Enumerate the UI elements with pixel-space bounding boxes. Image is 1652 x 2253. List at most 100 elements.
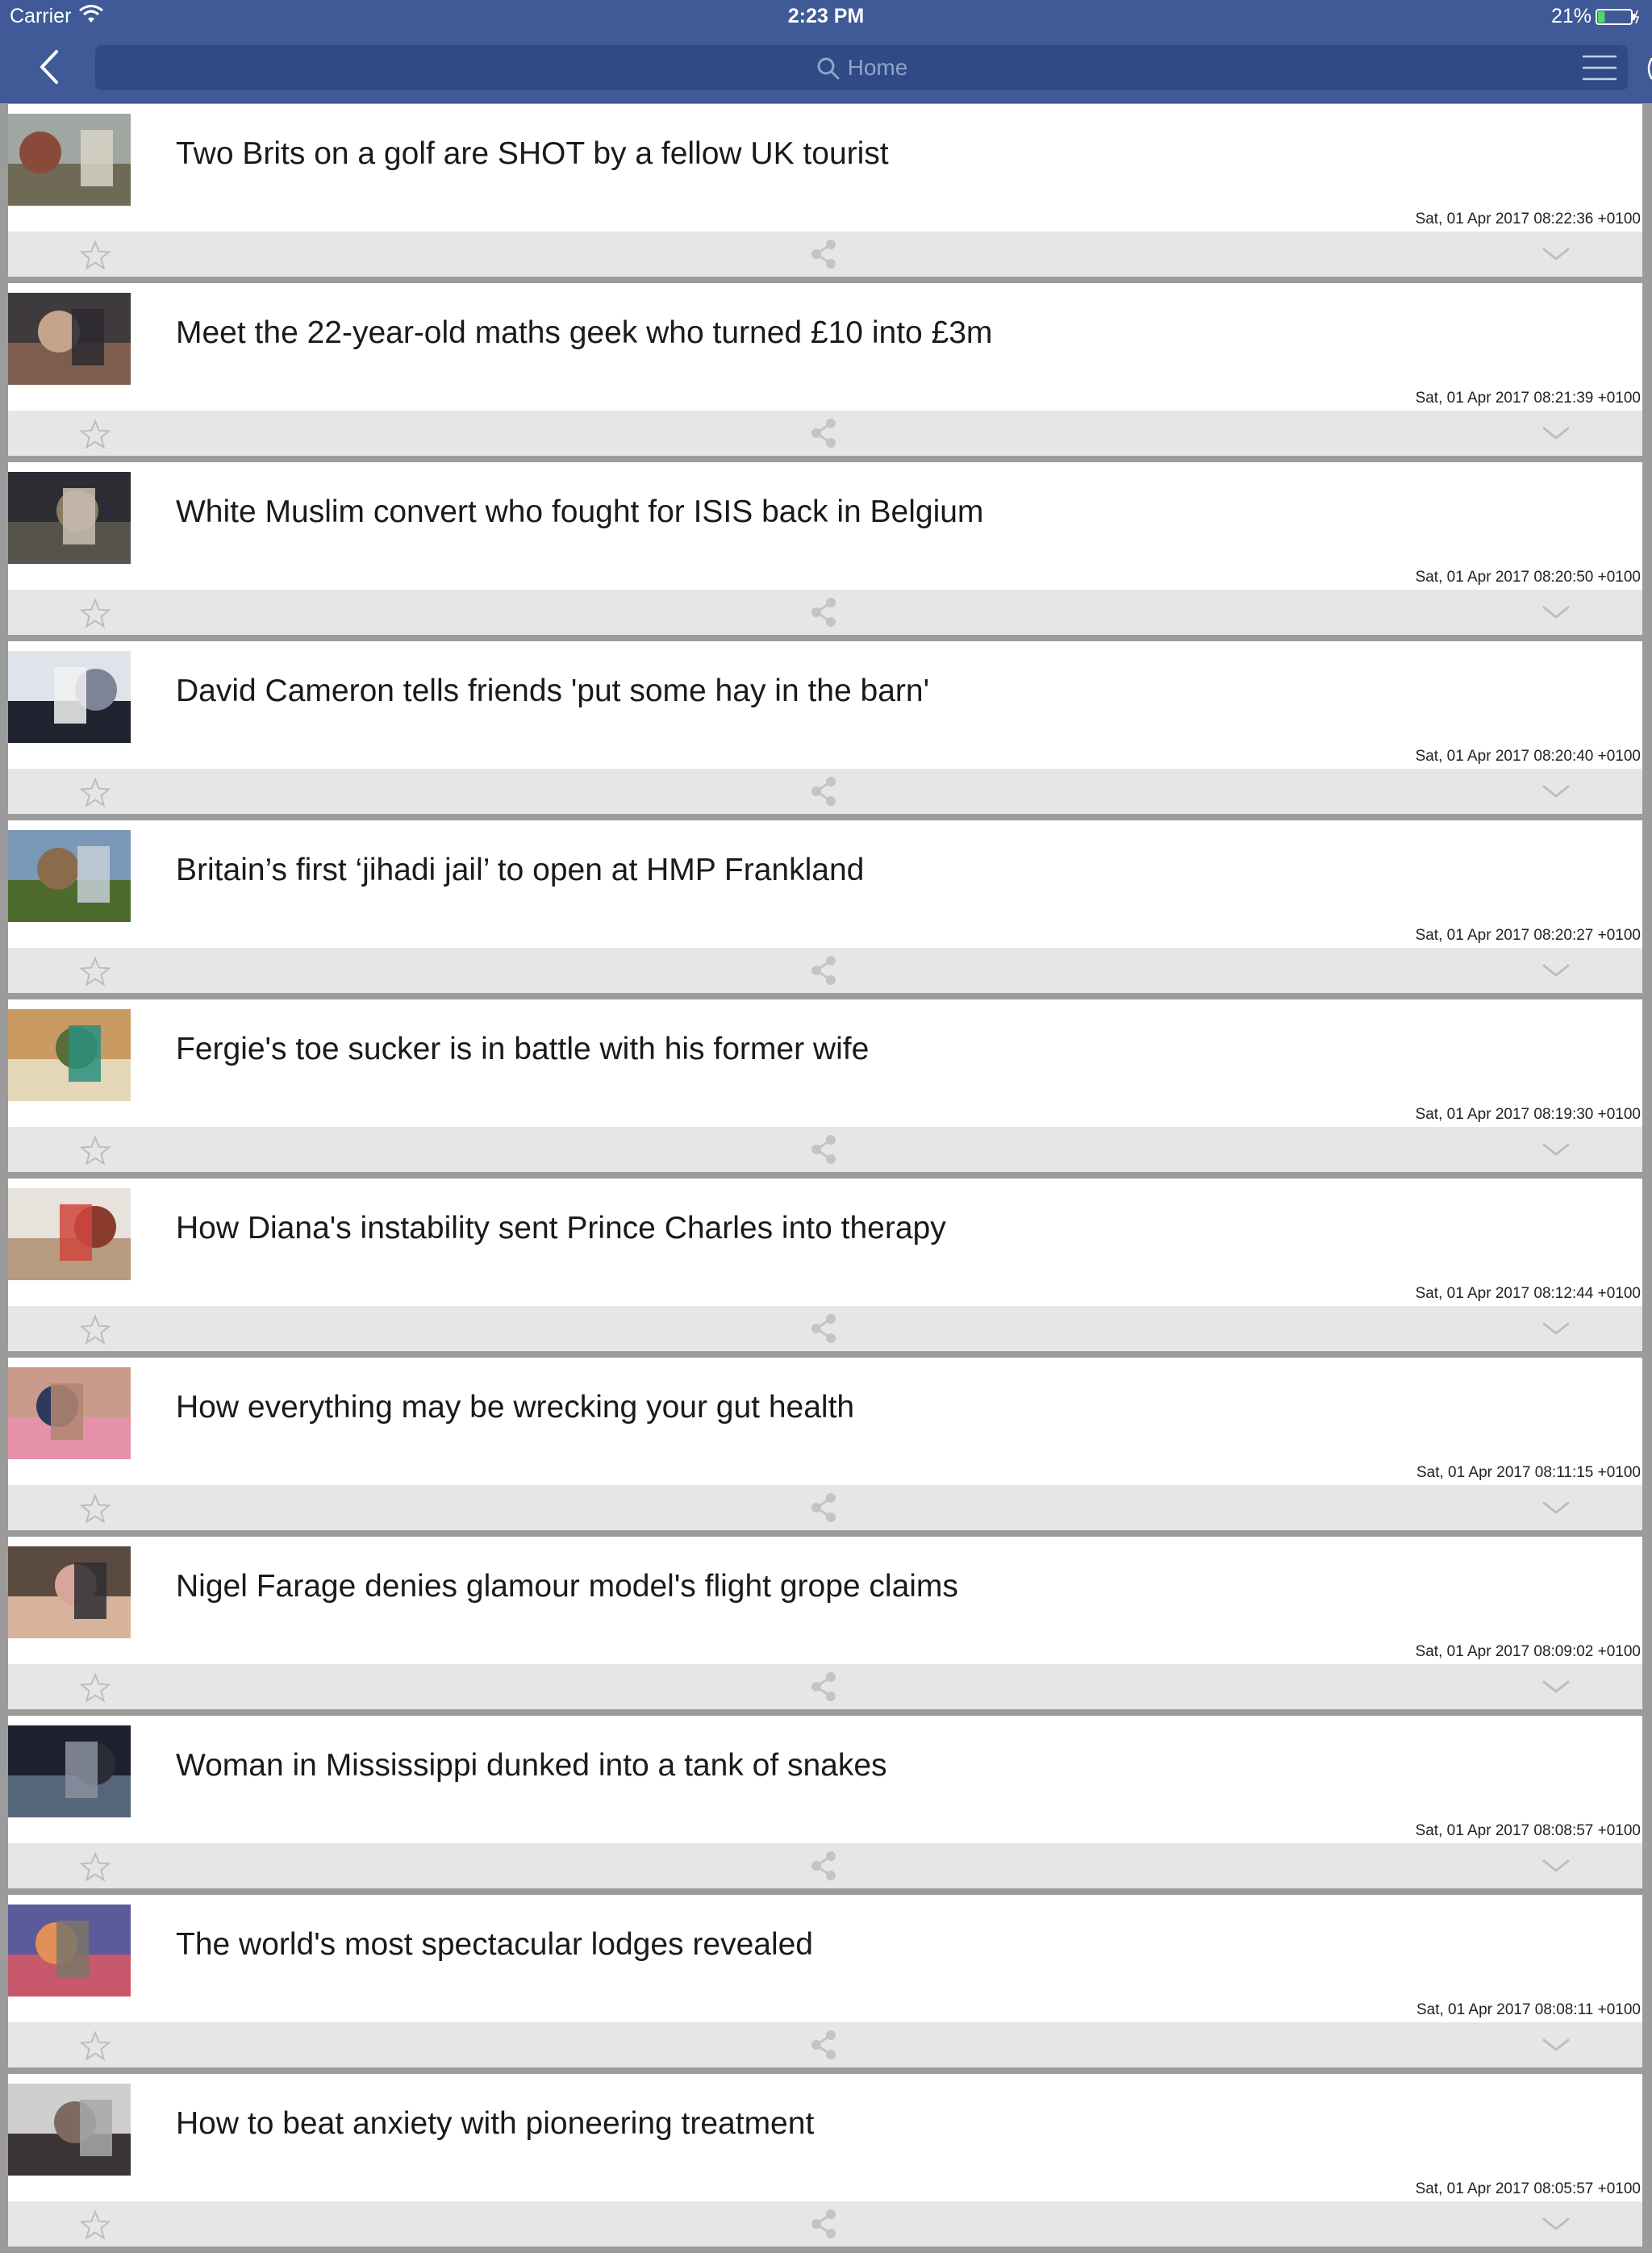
favorite-button[interactable] <box>79 956 111 988</box>
article-card: How to beat anxiety with pioneering trea… <box>8 2074 1642 2247</box>
article-title: Fergie's toe sucker is in battle with hi… <box>176 1032 870 1066</box>
star-outline-icon <box>79 1493 111 1524</box>
star-outline-icon <box>79 598 111 628</box>
expand-button[interactable] <box>1541 422 1571 444</box>
chevron-down-icon <box>1542 2038 1570 2051</box>
share-button[interactable] <box>808 775 839 807</box>
expand-button[interactable] <box>1541 959 1571 982</box>
article-link[interactable]: How to beat anxiety with pioneering trea… <box>8 2074 1642 2201</box>
expand-button[interactable] <box>1541 1138 1571 1161</box>
favorite-button[interactable] <box>79 2030 111 2063</box>
article-link[interactable]: Nigel Farage denies glamour model's flig… <box>8 1537 1642 1664</box>
share-icon <box>811 777 836 806</box>
share-button[interactable] <box>808 596 839 628</box>
article-thumbnail <box>8 114 131 206</box>
article-link[interactable]: The world's most spectacular lodges reve… <box>8 1895 1642 2022</box>
status-time: 2:23 PM <box>787 5 865 27</box>
article-link[interactable]: David Cameron tells friends 'put some ha… <box>8 641 1642 769</box>
article-timestamp: Sat, 01 Apr 2017 08:12:44 +0100 <box>1415 1285 1641 1302</box>
article-link[interactable]: White Muslim convert who fought for ISIS… <box>8 462 1642 590</box>
chevron-down-icon <box>1542 606 1570 619</box>
share-button[interactable] <box>808 238 839 270</box>
article-thumbnail <box>8 1188 131 1280</box>
share-button[interactable] <box>808 1671 839 1703</box>
share-button[interactable] <box>808 2029 839 2061</box>
favorite-button[interactable] <box>79 1851 111 1884</box>
menu-button[interactable] <box>1581 52 1618 84</box>
article-timestamp: Sat, 01 Apr 2017 08:09:02 +0100 <box>1415 1643 1641 1660</box>
search-input[interactable]: Home <box>95 45 1628 90</box>
share-icon <box>811 2209 836 2238</box>
article-card: Two Brits on a golf are SHOT by a fellow… <box>8 104 1642 277</box>
star-outline-icon <box>79 2209 111 2240</box>
favorite-button[interactable] <box>79 240 111 272</box>
chevron-down-icon <box>1542 964 1570 977</box>
article-timestamp: Sat, 01 Apr 2017 08:19:30 +0100 <box>1415 1106 1641 1123</box>
article-link[interactable]: Fergie's toe sucker is in battle with hi… <box>8 999 1642 1127</box>
chevron-down-icon <box>1542 1680 1570 1693</box>
article-action-bar <box>8 2201 1642 2247</box>
expand-button[interactable] <box>1541 1675 1571 1698</box>
favorite-button[interactable] <box>79 419 111 451</box>
expand-button[interactable] <box>1541 601 1571 624</box>
article-title: David Cameron tells friends 'put some ha… <box>176 674 930 708</box>
article-timestamp: Sat, 01 Apr 2017 08:20:27 +0100 <box>1415 927 1641 944</box>
share-icon <box>811 1672 836 1701</box>
article-link[interactable]: How everything may be wrecking your gut … <box>8 1358 1642 1485</box>
article-link[interactable]: Woman in Mississippi dunked into a tank … <box>8 1716 1642 1843</box>
article-action-bar <box>8 1843 1642 1888</box>
expand-button[interactable] <box>1541 1317 1571 1340</box>
expand-button[interactable] <box>1541 1855 1571 1877</box>
article-timestamp: Sat, 01 Apr 2017 08:20:40 +0100 <box>1415 748 1641 765</box>
share-button[interactable] <box>808 1850 839 1882</box>
article-card: How Diana's instability sent Prince Char… <box>8 1179 1642 1351</box>
favorite-button[interactable] <box>79 1493 111 1525</box>
chevron-down-icon <box>1542 1143 1570 1156</box>
favorite-button[interactable] <box>79 777 111 809</box>
favorite-button[interactable] <box>79 1135 111 1167</box>
article-title: Woman in Mississippi dunked into a tank … <box>176 1748 887 1783</box>
article-timestamp: Sat, 01 Apr 2017 08:11:15 +0100 <box>1416 1464 1641 1481</box>
article-card: How everything may be wrecking your gut … <box>8 1358 1642 1530</box>
share-icon <box>811 1493 836 1522</box>
article-action-bar <box>8 1127 1642 1172</box>
article-timestamp: Sat, 01 Apr 2017 08:08:11 +0100 <box>1416 2001 1641 2018</box>
search-placeholder: Home <box>847 55 908 80</box>
share-button[interactable] <box>808 2208 839 2240</box>
article-card: Britain’s first ‘jihadi jail’ to open at… <box>8 820 1642 993</box>
share-button[interactable] <box>808 954 839 987</box>
article-action-bar <box>8 1664 1642 1709</box>
chevron-down-icon <box>1542 1859 1570 1872</box>
share-icon <box>811 1851 836 1880</box>
favorite-button[interactable] <box>79 1314 111 1346</box>
share-icon <box>811 1314 836 1343</box>
chevron-down-icon <box>1542 1322 1570 1335</box>
article-link[interactable]: How Diana's instability sent Prince Char… <box>8 1179 1642 1306</box>
star-outline-icon <box>79 1851 111 1882</box>
share-button[interactable] <box>808 417 839 449</box>
share-button[interactable] <box>808 1133 839 1166</box>
expand-button[interactable] <box>1541 780 1571 803</box>
hamburger-menu-icon <box>1583 55 1617 81</box>
article-title: How to beat anxiety with pioneering trea… <box>176 2106 815 2141</box>
share-button[interactable] <box>808 1312 839 1345</box>
expand-button[interactable] <box>1541 1496 1571 1519</box>
share-button[interactable] <box>808 1492 839 1524</box>
favorite-button[interactable] <box>79 598 111 630</box>
article-thumbnail <box>8 1546 131 1638</box>
back-button[interactable] <box>31 47 71 87</box>
expand-button[interactable] <box>1541 2213 1571 2235</box>
article-card: Nigel Farage denies glamour model's flig… <box>8 1537 1642 1709</box>
article-list: Two Brits on a golf are SHOT by a fellow… <box>8 104 1642 2253</box>
expand-button[interactable] <box>1541 243 1571 265</box>
article-link[interactable]: Two Brits on a golf are SHOT by a fellow… <box>8 104 1642 232</box>
article-link[interactable]: Britain’s first ‘jihadi jail’ to open at… <box>8 820 1642 948</box>
favorite-button[interactable] <box>79 1672 111 1704</box>
chevron-down-icon <box>1542 2218 1570 2230</box>
article-thumbnail <box>8 651 131 743</box>
article-thumbnail <box>8 1725 131 1817</box>
expand-button[interactable] <box>1541 2034 1571 2056</box>
favorite-button[interactable] <box>79 2209 111 2242</box>
article-link[interactable]: Meet the 22-year-old maths geek who turn… <box>8 283 1642 411</box>
share-icon <box>811 598 836 627</box>
